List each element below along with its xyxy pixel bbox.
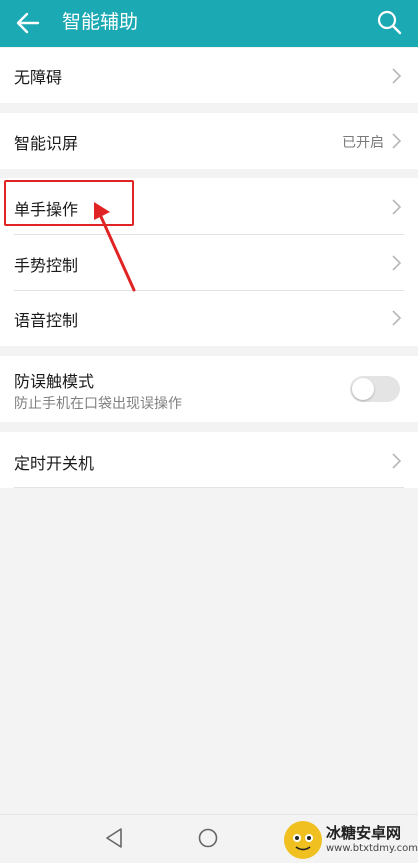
- watermark-logo-icon: [284, 821, 322, 859]
- mistouch-toggle[interactable]: [350, 376, 400, 402]
- group-schedule: 定时开关机: [0, 432, 418, 488]
- row-subtitle: 防止手机在口袋出现误操作: [14, 396, 182, 412]
- row-label: 无障碍: [14, 68, 63, 87]
- page-title: 智能辅助: [62, 11, 139, 33]
- group-controls: 单手操作 手势控制 语音控制: [0, 178, 418, 346]
- chevron-right-icon: [392, 133, 402, 149]
- nav-home-icon[interactable]: [197, 827, 219, 849]
- row-label: 语音控制: [14, 311, 79, 330]
- row-label: 定时开关机: [14, 454, 95, 473]
- row-one-hand[interactable]: 单手操作: [0, 178, 418, 234]
- group-smart-screen: 智能识屏 已开启: [0, 113, 418, 169]
- divider: [14, 487, 404, 488]
- watermark-url: www.btxtdmy.com: [326, 843, 418, 854]
- row-label: 单手操作: [14, 200, 79, 219]
- row-schedule[interactable]: 定时开关机: [0, 432, 418, 488]
- row-smart-screen[interactable]: 智能识屏 已开启: [0, 113, 418, 169]
- row-label: 防误触模式: [14, 372, 95, 391]
- watermark-name: 冰糖安卓网: [326, 824, 402, 842]
- nav-back-icon[interactable]: [104, 827, 124, 849]
- chevron-right-icon: [392, 453, 402, 469]
- watermark-text: 冰糖安卓网 www.btxtdmy.com: [326, 826, 418, 854]
- chevron-right-icon: [392, 255, 402, 271]
- group-accessibility: 无障碍: [0, 48, 418, 103]
- search-icon[interactable]: [376, 9, 402, 35]
- back-arrow-icon[interactable]: [14, 9, 42, 37]
- row-gesture[interactable]: 手势控制: [0, 235, 418, 290]
- chevron-right-icon: [392, 68, 402, 84]
- toggle-knob: [352, 378, 374, 400]
- app-bar: 智能辅助: [0, 0, 418, 47]
- annotation-arrow-icon: [94, 202, 136, 292]
- row-accessibility[interactable]: 无障碍: [0, 48, 418, 103]
- watermark: 冰糖安卓网 www.btxtdmy.com: [284, 820, 418, 860]
- chevron-right-icon: [392, 199, 402, 215]
- status-value: 已开启: [342, 135, 384, 151]
- row-label: 智能识屏: [14, 134, 79, 153]
- row-voice[interactable]: 语音控制: [0, 291, 418, 346]
- chevron-right-icon: [392, 310, 402, 326]
- row-label: 手势控制: [14, 256, 79, 275]
